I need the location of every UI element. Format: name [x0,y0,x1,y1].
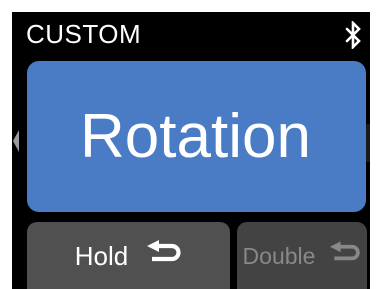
chevron-left-icon[interactable] [12,130,20,152]
hold-label: Hold [74,240,129,271]
right-edge-indicator [366,124,370,162]
bluetooth-icon [344,19,364,51]
hold-button[interactable]: Hold [27,222,230,289]
rotation-label: Rotation [80,101,311,171]
return-arrow-icon [146,240,182,271]
rotation-card[interactable]: Rotation [27,61,366,212]
double-button[interactable]: Double [237,222,367,289]
screen-title: CUSTOM [26,19,142,49]
return-arrow-icon [329,241,361,270]
device-screen: CUSTOM Rotation Hold Double [12,12,370,289]
double-label: Double [242,242,316,269]
